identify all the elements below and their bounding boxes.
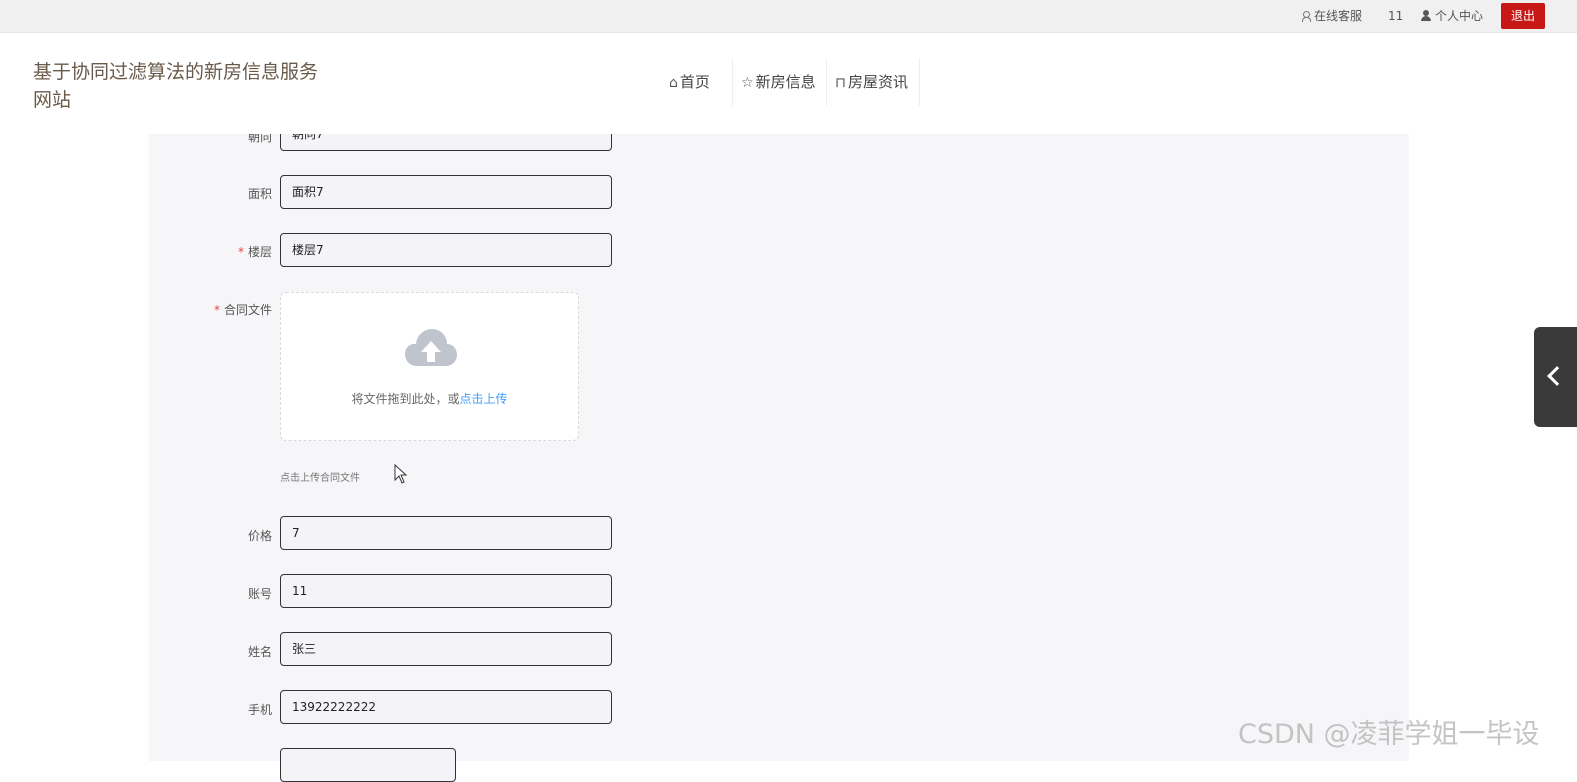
area-label: 面积 <box>247 187 272 201</box>
contract-label: * 合同文件 <box>152 301 272 318</box>
nav-house-label: 新房信息 <box>755 73 816 91</box>
site-title: 基于协同过滤算法的新房信息服务网站 <box>33 61 319 111</box>
contract-label-text: 合同文件 <box>223 303 272 317</box>
user-center-link[interactable]: 个人中心 <box>1421 0 1483 33</box>
nav-item-home[interactable]: ⌂ 首页 <box>661 58 733 106</box>
form-panel <box>149 134 1409 761</box>
logout-button[interactable]: 退出 <box>1501 3 1545 29</box>
next-field-input[interactable] <box>280 748 456 782</box>
required-mark: * <box>237 245 244 259</box>
nav-news-label: 房屋资讯 <box>847 73 908 91</box>
nav-home-label: 首页 <box>679 73 710 91</box>
price-input[interactable]: 7 <box>280 516 612 550</box>
cloud-upload-icon <box>405 329 457 366</box>
phone-input[interactable]: 13922222222 <box>280 690 612 724</box>
name-input[interactable]: 张三 <box>280 632 612 666</box>
phone-label: 手机 <box>247 703 272 717</box>
side-panel-toggle[interactable] <box>1534 327 1577 427</box>
user-icon <box>1421 10 1431 21</box>
nav-item-news[interactable]: ⊓ 房屋资讯 <box>827 58 920 106</box>
online-service-link[interactable]: 在线客服 <box>1302 0 1362 33</box>
username-display: 11 <box>1388 9 1404 23</box>
online-service-label: 在线客服 <box>1314 9 1363 23</box>
nav-item-new-house[interactable]: ☆ 新房信息 <box>733 58 827 106</box>
star-icon: ☆ <box>741 75 754 91</box>
top-bar: 在线客服 11 个人中心 退出 <box>0 0 1577 33</box>
floor-label: * 楼层 <box>152 243 272 260</box>
mouse-cursor-icon <box>394 464 408 484</box>
person-outline-icon <box>1302 11 1311 22</box>
upload-instructions: 将文件拖到此处，或点击上传 <box>281 390 578 407</box>
click-upload-link[interactable]: 点击上传 <box>460 392 508 406</box>
bag-icon: ⊓ <box>835 75 846 91</box>
name-label: 姓名 <box>247 645 272 659</box>
floor-label-text: 楼层 <box>247 245 272 259</box>
area-input[interactable]: 面积7 <box>280 175 612 209</box>
upload-tip: 点击上传合同文件 <box>280 473 360 484</box>
watermark: CSDN @凌菲学姐一毕设 <box>1238 719 1540 750</box>
price-label: 价格 <box>247 529 272 543</box>
account-input[interactable]: 11 <box>280 574 612 608</box>
main-nav: ⌂ 首页 ☆ 新房信息 ⊓ 房屋资讯 <box>661 58 920 106</box>
site-header: 基于协同过滤算法的新房信息服务网站 ⌂ 首页 ☆ 新房信息 ⊓ 房屋资讯 <box>0 33 1577 134</box>
contract-upload-dropzone[interactable]: 将文件拖到此处，或点击上传 <box>280 292 579 441</box>
required-mark: * <box>213 303 220 317</box>
user-center-label: 个人中心 <box>1435 9 1484 23</box>
account-label: 账号 <box>247 587 272 601</box>
chevron-left-icon <box>1547 366 1567 386</box>
upload-text: 将文件拖到此处，或 <box>351 392 460 406</box>
home-icon: ⌂ <box>669 75 678 91</box>
floor-input[interactable]: 楼层7 <box>280 233 612 267</box>
